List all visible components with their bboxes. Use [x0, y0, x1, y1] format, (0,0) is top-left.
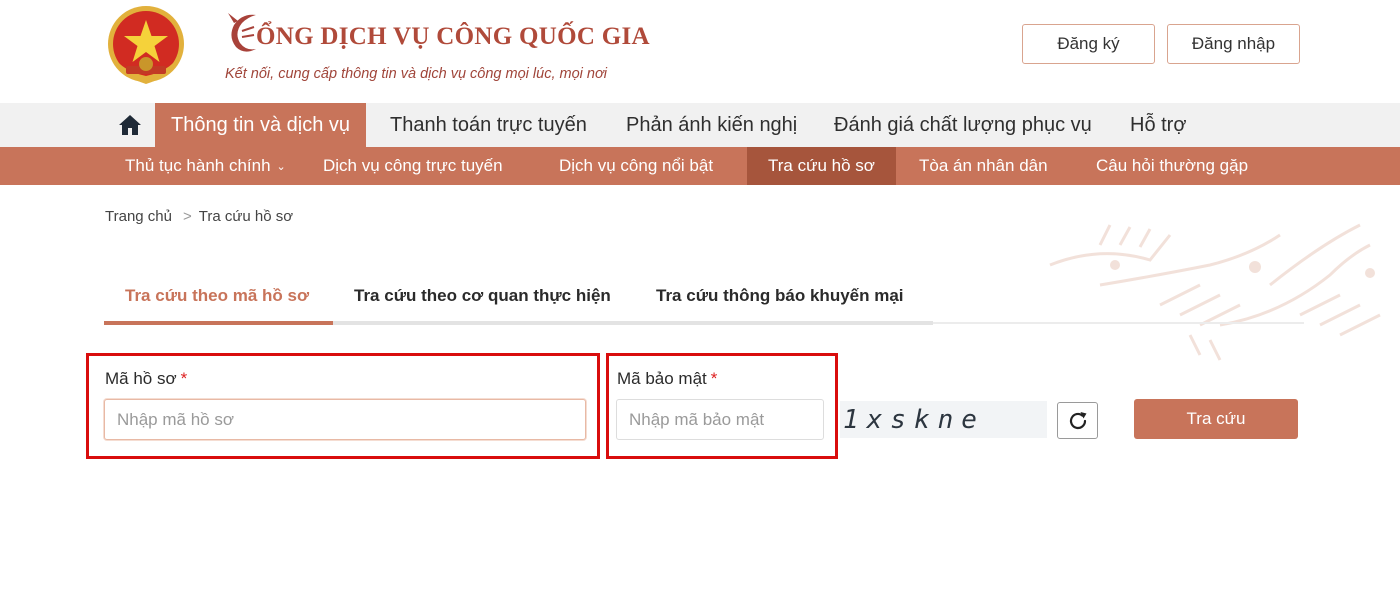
breadcrumb-home-link[interactable]: Trang chủ [105, 208, 172, 225]
site-header: ỔNG DỊCH VỤ CÔNG QUỐC GIA Kết nối, cung … [0, 0, 1400, 103]
refresh-icon [1069, 411, 1086, 429]
ma-ho-so-label: Mã hồ sơ * [105, 369, 187, 389]
required-mark: * [180, 369, 188, 388]
ma-ho-so-label-text: Mã hồ sơ [105, 369, 177, 388]
register-button[interactable]: Đăng ký [1022, 24, 1155, 64]
subnav-item-tra-cuu-ho-so[interactable]: Tra cứu hồ sơ [747, 147, 896, 185]
ma-ho-so-input[interactable] [104, 399, 586, 440]
nav-item-thong-tin-va-dich-vu[interactable]: Thông tin và dịch vụ [155, 103, 366, 147]
login-button[interactable]: Đăng nhập [1167, 24, 1300, 64]
tab-tra-cuu-thong-bao-khuyen-mai[interactable]: Tra cứu thông báo khuyến mại [656, 286, 904, 306]
ma-bao-mat-input[interactable] [616, 399, 824, 440]
chevron-down-icon: ⌄ [276, 160, 286, 173]
nav-item-ho-tro[interactable]: Hỗ trợ [1130, 103, 1186, 147]
subnav-item-cau-hoi-thuong-gap[interactable]: Câu hỏi thường gặp [1096, 147, 1248, 185]
breadcrumb-separator: > [182, 208, 192, 225]
required-mark: * [710, 369, 718, 388]
tabs-baseline-shade [333, 321, 933, 325]
site-tagline: Kết nối, cung cấp thông tin và dịch vụ c… [225, 66, 607, 82]
active-tab-indicator [104, 321, 333, 325]
sub-navigation: Thủ tục hành chính ⌄ Dịch vụ công trực t… [0, 147, 1400, 185]
ma-bao-mat-label: Mã bảo mật * [617, 369, 717, 389]
captcha-image: 1xskne [840, 401, 1047, 438]
decorative-crane-pattern [1049, 223, 1381, 361]
site-title-text: ỔNG DỊCH VỤ CÔNG QUỐC GIA [256, 23, 650, 50]
search-button[interactable]: Tra cứu [1134, 399, 1298, 439]
subnav-item-dich-vu-cong-truc-tuyen[interactable]: Dịch vụ công trực tuyến [323, 147, 503, 185]
subnav-item-label: Thủ tục hành chính [125, 156, 271, 175]
tab-tra-cuu-theo-co-quan[interactable]: Tra cứu theo cơ quan thực hiện [354, 286, 611, 306]
nav-item-phan-anh-kien-nghi[interactable]: Phản ánh kiến nghị [626, 103, 797, 147]
refresh-captcha-button[interactable] [1057, 402, 1098, 439]
main-navigation: Thông tin và dịch vụ Thanh toán trực tuy… [0, 103, 1400, 147]
ma-bao-mat-label-text: Mã bảo mật [617, 369, 707, 388]
nav-item-thanh-toan-truc-tuyen[interactable]: Thanh toán trực tuyến [390, 103, 587, 147]
breadcrumb-current: Tra cứu hồ sơ [198, 208, 294, 225]
subnav-item-thu-tuc-hanh-chinh[interactable]: Thủ tục hành chính ⌄ [125, 147, 286, 185]
nav-item-danh-gia-chat-luong[interactable]: Đánh giá chất lượng phục vụ [834, 103, 1092, 147]
subnav-item-dich-vu-cong-noi-bat[interactable]: Dịch vụ công nổi bật [559, 147, 713, 185]
tab-tra-cuu-theo-ma-ho-so[interactable]: Tra cứu theo mã hồ sơ [125, 286, 309, 306]
subnav-item-toa-an-nhan-dan[interactable]: Tòa án nhân dân [919, 147, 1048, 185]
home-icon[interactable] [118, 113, 142, 137]
site-title[interactable]: ỔNG DỊCH VỤ CÔNG QUỐC GIA [224, 8, 650, 58]
breadcrumb: Trang chủ > Tra cứu hồ sơ [105, 208, 293, 225]
national-emblem-icon[interactable] [104, 4, 188, 88]
